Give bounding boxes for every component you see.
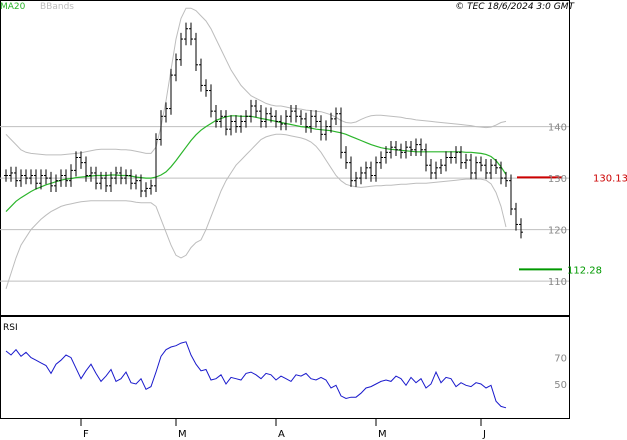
resistance-label: 130.13: [593, 173, 627, 184]
rsi-panel-frame: [0, 316, 570, 419]
support-label: 112.28: [567, 265, 602, 276]
copyright-label: © TEC 18/6/2024 3:0 GMT: [455, 2, 575, 12]
bb-upper-line: [5, 7, 507, 156]
legend-ma20: MA20: [0, 2, 26, 12]
rsi-line-group: [5, 341, 507, 409]
levels: 130.13 112.28: [517, 173, 627, 276]
price-y-tick-label: 120: [548, 226, 567, 237]
price-y-tick-label: 110: [548, 277, 567, 288]
rsi-title: RSI: [3, 323, 18, 333]
x-tick-label: M: [178, 429, 187, 440]
grid-layer: [0, 126, 569, 282]
rsi-line: [5, 341, 507, 409]
x-tick-label: A: [278, 429, 285, 440]
stock-chart: 130.13112.28 1401301201107050F M A M J MA20 …: [0, 0, 627, 440]
legend-bbands: BBands: [40, 2, 74, 12]
price-y-tick-label: 130: [548, 174, 567, 185]
price-y-tick-label: 140: [548, 123, 567, 134]
rsi-y-tick-label: 50: [554, 380, 567, 391]
rsi-y-tick-label: 70: [554, 354, 567, 365]
price-bars: [4, 22, 523, 239]
x-tick-label: M: [378, 429, 387, 440]
x-tick-label: F: [83, 429, 89, 440]
x-tick-label: J: [482, 429, 486, 440]
bollinger-bands: [5, 7, 507, 289]
